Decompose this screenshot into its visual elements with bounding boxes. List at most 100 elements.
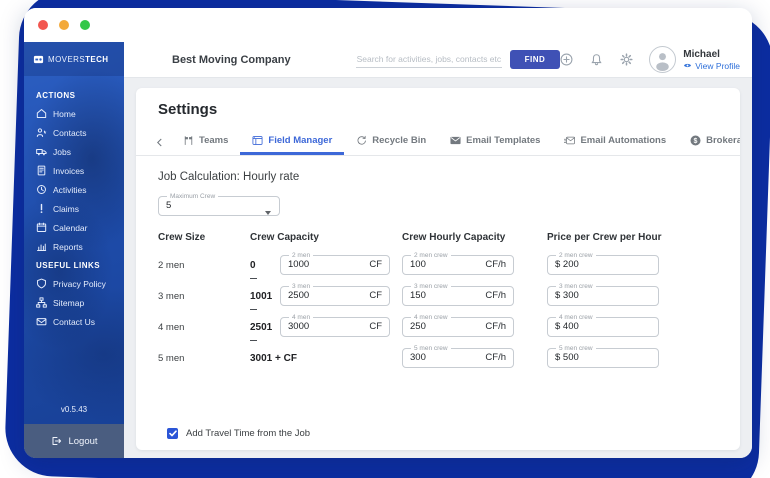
sidebar-item-sitemap[interactable]: Sitemap [24, 293, 124, 312]
mail-send-icon [564, 135, 575, 146]
titlebar [24, 8, 752, 42]
price-per-crew-input[interactable]: 5 men crew $ 500 [547, 345, 659, 368]
envelope-icon [36, 316, 47, 327]
sidebar-item-invoices[interactable]: Invoices [24, 161, 124, 180]
sidebar-spacer [24, 331, 124, 397]
exclamation-icon [36, 203, 47, 214]
gear-icon[interactable] [620, 53, 633, 66]
sidebar-item-activities[interactable]: Activities [24, 180, 124, 199]
price-per-crew-input[interactable]: 2 men crew $ 200 [547, 252, 659, 275]
svg-text:$: $ [694, 138, 698, 145]
traffic-light-zoom-icon[interactable] [80, 20, 90, 30]
section-title: Job Calculation: Hourly rate [158, 171, 720, 183]
field-manager-icon [252, 135, 263, 146]
avatar[interactable] [649, 46, 676, 73]
tab-email-templates[interactable]: Email Templates [438, 129, 552, 155]
crew-hourly-capacity-input[interactable]: 4 men crew 250CF/h [402, 314, 514, 337]
logout-button[interactable]: Logout [24, 424, 124, 458]
brand-name: MOVERSTECH [48, 55, 108, 64]
table-row: 5 men 3001 + CF 5 men crew 300CF/h 5 men… [158, 345, 720, 368]
traffic-light-minimize-icon[interactable] [59, 20, 69, 30]
maximum-crew-select[interactable]: Maximum Crew 5 [158, 193, 280, 216]
crew-hourly-capacity-input[interactable]: 2 men crew 100CF/h [402, 252, 514, 275]
sidebar-item-contacts[interactable]: Contacts [24, 123, 124, 142]
teams-icon [183, 135, 194, 146]
sidebar-item-calendar[interactable]: Calendar [24, 218, 124, 237]
nav-header-useful-links: USEFUL LINKS [24, 256, 124, 274]
sidebar-item-privacy-policy[interactable]: Privacy Policy [24, 274, 124, 293]
travel-time-row: Add Travel Time from the Job [167, 428, 310, 439]
sidebar-item-claims[interactable]: Claims [24, 199, 124, 218]
user-name: Michael [683, 49, 740, 60]
app-body: MOVERSTECH ACTIONS Home Contacts Jobs [24, 42, 752, 458]
profile-text: Michael View Profile [683, 49, 740, 71]
main-area: Best Moving Company FIND [124, 42, 752, 458]
bar-chart-icon [36, 241, 47, 252]
sidebar: MOVERSTECH ACTIONS Home Contacts Jobs [24, 42, 124, 458]
table-row: 3 men 1001 3 men 2500CF 3 men crew [158, 283, 720, 306]
sidebar-item-reports[interactable]: Reports [24, 237, 124, 256]
company-name: Best Moving Company [172, 54, 291, 66]
table-row: 2 men 0 2 men 1000CF 2 men crew [158, 252, 720, 275]
brand-logo[interactable]: MOVERSTECH [24, 42, 124, 76]
tab-field-manager[interactable]: Field Manager [240, 129, 344, 155]
topbar: Best Moving Company FIND [124, 42, 752, 78]
traffic-light-close-icon[interactable] [38, 20, 48, 30]
screen: MOVERSTECH ACTIONS Home Contacts Jobs [0, 0, 770, 478]
settings-card: Settings Teams Field Manager [136, 88, 740, 450]
price-per-crew-input[interactable]: 4 men crew $ 400 [547, 314, 659, 337]
logout-icon [50, 436, 62, 446]
crew-capacity-input[interactable]: 2 men 1000CF [280, 252, 390, 275]
app-window: MOVERSTECH ACTIONS Home Contacts Jobs [24, 8, 752, 458]
capacity-min-value[interactable]: 1001 [250, 283, 275, 306]
view-profile-link[interactable]: View Profile [683, 61, 740, 71]
travel-time-checkbox[interactable] [167, 428, 178, 439]
shield-icon [36, 278, 47, 289]
home-icon [36, 108, 47, 119]
sidebar-item-contact-us[interactable]: Contact Us [24, 312, 124, 331]
add-circle-icon[interactable] [560, 53, 573, 66]
tab-email-automations[interactable]: Email Automations [552, 129, 678, 155]
dollar-circle-icon: $ [690, 135, 701, 146]
profile-area: Michael View Profile [649, 46, 740, 73]
contacts-icon [36, 127, 47, 138]
bell-icon[interactable] [590, 53, 603, 66]
page-title: Settings [158, 101, 720, 118]
crew-capacity-input[interactable]: 4 men 3000CF [280, 314, 390, 337]
calendar-icon [36, 222, 47, 233]
activities-clock-icon [36, 184, 47, 195]
crew-table: Crew Size Crew Capacity Crew Hourly Capa… [158, 232, 720, 368]
capacity-min-value[interactable]: 0 [250, 252, 275, 275]
search-input[interactable] [356, 51, 502, 68]
nav-header-actions: ACTIONS [24, 86, 124, 104]
sitemap-icon [36, 297, 47, 308]
travel-time-label: Add Travel Time from the Job [186, 428, 310, 439]
table-row: 4 men 2501 4 men 3000CF 4 men crew [158, 314, 720, 337]
tab-brokerage-public-dashboard[interactable]: $ Brokerage Public Dashboard [678, 129, 740, 155]
capacity-min-value: 3001 + CF [250, 345, 297, 364]
capacity-min-value[interactable]: 2501 [250, 314, 275, 337]
mail-filled-icon [450, 135, 461, 146]
price-per-crew-input[interactable]: 3 men crew $ 300 [547, 283, 659, 306]
tab-teams[interactable]: Teams [171, 129, 240, 155]
sidebar-item-home[interactable]: Home [24, 104, 124, 123]
crew-table-header: Crew Size Crew Capacity Crew Hourly Capa… [158, 232, 720, 243]
tabs-back-chevron-icon[interactable] [148, 129, 171, 155]
crew-capacity-input[interactable]: 3 men 2500CF [280, 283, 390, 306]
sidebar-item-jobs[interactable]: Jobs [24, 142, 124, 161]
app-version: v0.5.43 [24, 397, 124, 424]
invoice-icon [36, 165, 47, 176]
tab-recycle-bin[interactable]: Recycle Bin [344, 129, 438, 155]
topbar-icons [560, 53, 633, 66]
crew-hourly-capacity-input[interactable]: 5 men crew 300CF/h [402, 345, 514, 368]
find-button[interactable]: FIND [510, 50, 561, 69]
recycle-icon [356, 135, 367, 146]
crew-hourly-capacity-input[interactable]: 3 men crew 150CF/h [402, 283, 514, 306]
check-icon [169, 430, 177, 437]
sidebar-nav: ACTIONS Home Contacts Jobs [24, 76, 124, 331]
settings-tabs: Teams Field Manager Recycle Bin [136, 129, 740, 156]
truck-icon [36, 146, 47, 157]
brand-truck-icon [33, 54, 44, 65]
search-area: FIND [356, 50, 561, 69]
content-area: Settings Teams Field Manager [124, 78, 752, 458]
